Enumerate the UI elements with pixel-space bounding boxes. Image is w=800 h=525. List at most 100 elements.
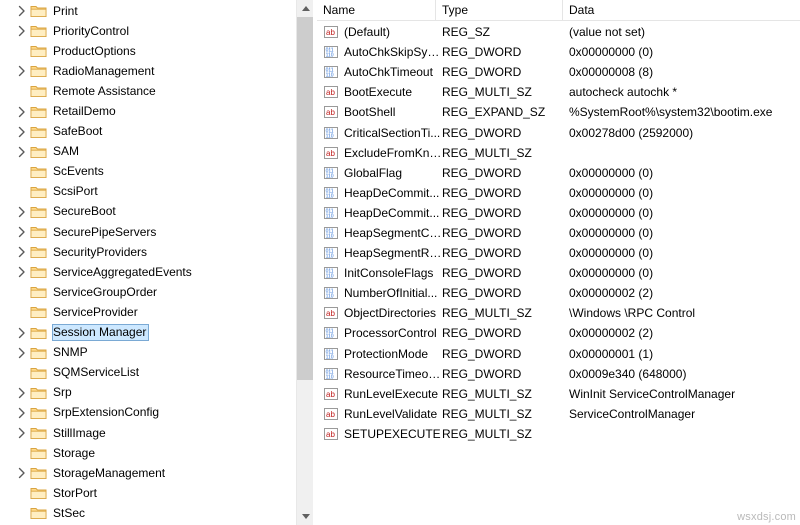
table-row[interactable]: 011 110 ResourceTimeou... REG_DWORD 0x0009e3…: [317, 364, 800, 384]
table-row[interactable]: ab RunLevelValidate REG_MULTI_SZ ServiceCon…: [317, 404, 800, 424]
tree-item-scsiport[interactable]: ScsiPort: [0, 182, 295, 202]
value-name-cell: GlobalFlag: [344, 165, 403, 180]
value-type-cell: REG_MULTI_SZ: [442, 426, 532, 441]
column-header-type[interactable]: Type: [436, 0, 563, 21]
tree-item-storage[interactable]: Storage: [0, 443, 295, 463]
binary-value-icon: 011 110: [323, 205, 339, 221]
table-row[interactable]: ab RunLevelExecute REG_MULTI_SZ WinInit Ser…: [317, 384, 800, 404]
table-row[interactable]: ab BootExecute REG_MULTI_SZ autocheck autoc…: [317, 82, 800, 102]
chevron-right-icon[interactable]: [14, 3, 30, 19]
tree-item-storport[interactable]: StorPort: [0, 483, 295, 503]
chevron-right-icon[interactable]: [14, 405, 30, 421]
scrollbar-thumb[interactable]: [297, 17, 313, 380]
table-row[interactable]: ab ExcludeFromKno... REG_MULTI_SZ: [317, 143, 800, 163]
table-row[interactable]: ab BootShell REG_EXPAND_SZ %SystemRoot%\sys…: [317, 102, 800, 122]
tree-item-serviceaggregatedevents[interactable]: ServiceAggregatedEvents: [0, 262, 295, 282]
tree-item-remote-assistance[interactable]: Remote Assistance: [0, 81, 295, 101]
chevron-right-icon[interactable]: [14, 204, 30, 220]
table-row[interactable]: 011 110 HeapSegmentCo... REG_DWORD 0x0000000…: [317, 223, 800, 243]
table-row[interactable]: 011 110 ProcessorControl REG_DWORD 0x0000000…: [317, 323, 800, 343]
folder-icon: [30, 145, 47, 159]
table-row[interactable]: ab ObjectDirectories REG_MULTI_SZ \Windows …: [317, 303, 800, 323]
column-header-name[interactable]: Name: [317, 0, 436, 21]
folder-icon: [30, 64, 47, 78]
tree-item-secureboot[interactable]: SecureBoot: [0, 202, 295, 222]
string-value-icon: ab: [323, 145, 339, 161]
value-type-cell: REG_MULTI_SZ: [442, 85, 532, 100]
values-list: ab (Default) REG_SZ (value not set) 011 110 Au…: [317, 22, 800, 444]
tree-item-label: ScsiPort: [53, 184, 98, 199]
tree-item-scevents[interactable]: ScEvents: [0, 162, 295, 182]
chevron-right-icon[interactable]: [14, 244, 30, 260]
tree-item-radiomanagement[interactable]: RadioManagement: [0, 61, 295, 81]
tree-item-srp[interactable]: Srp: [0, 383, 295, 403]
table-row[interactable]: 011 110 HeapDeCommit... REG_DWORD 0x00000000…: [317, 203, 800, 223]
chevron-right-icon[interactable]: [14, 264, 30, 280]
tree-item-label: SafeBoot: [53, 124, 103, 139]
values-column-header: Name Type Data: [317, 0, 800, 21]
value-name-cell: CriticalSectionTi...: [344, 125, 441, 140]
binary-value-icon: 011 110: [323, 285, 339, 301]
tree-item-servicegrouporder[interactable]: ServiceGroupOrder: [0, 282, 295, 302]
table-row[interactable]: 011 110 AutoChkSkipSyst... REG_DWORD 0x00000…: [317, 42, 800, 62]
table-row[interactable]: 011 110 InitConsoleFlags REG_DWORD 0x0000000…: [317, 263, 800, 283]
chevron-right-icon[interactable]: [14, 385, 30, 401]
svg-text:ab: ab: [326, 149, 335, 158]
tree-item-session-manager[interactable]: Session Manager: [0, 323, 295, 343]
tree-item-label: ServiceAggregatedEvents: [53, 264, 192, 279]
table-row[interactable]: 011 110 ProtectionMode REG_DWORD 0x00000001 …: [317, 344, 800, 364]
folder-icon: [30, 285, 47, 299]
tree-vertical-scrollbar[interactable]: [296, 0, 313, 525]
tree-item-securityproviders[interactable]: SecurityProviders: [0, 242, 295, 262]
table-row[interactable]: 011 110 GlobalFlag REG_DWORD 0x00000000 (0): [317, 163, 800, 183]
table-row[interactable]: ab SETUPEXECUTE REG_MULTI_SZ: [317, 424, 800, 444]
chevron-right-icon[interactable]: [14, 124, 30, 140]
tree-item-productoptions[interactable]: ProductOptions: [0, 41, 295, 61]
chevron-right-icon[interactable]: [14, 465, 30, 481]
tree-item-storagemanagement[interactable]: StorageManagement: [0, 463, 295, 483]
tree-item-print[interactable]: Print: [0, 1, 295, 21]
folder-icon: [30, 486, 47, 500]
tree-item-stillimage[interactable]: StillImage: [0, 423, 295, 443]
tree-item-label: StillImage: [53, 425, 106, 440]
tree-item-retaildemo[interactable]: RetailDemo: [0, 101, 295, 121]
folder-icon: [30, 366, 47, 380]
svg-text:ab: ab: [326, 309, 335, 318]
table-row[interactable]: 011 110 CriticalSectionTi... REG_DWORD 0x002…: [317, 122, 800, 142]
tree-item-serviceprovider[interactable]: ServiceProvider: [0, 302, 295, 322]
scroll-up-button[interactable]: [297, 0, 313, 17]
table-row[interactable]: ab (Default) REG_SZ (value not set): [317, 22, 800, 42]
column-header-data[interactable]: Data: [563, 0, 800, 21]
tree-item-label: ServiceProvider: [53, 304, 138, 319]
folder-icon: [30, 305, 47, 319]
scroll-down-button[interactable]: [297, 508, 313, 525]
table-row[interactable]: 011 110 HeapSegmentRe... REG_DWORD 0x0000000…: [317, 243, 800, 263]
chevron-right-icon[interactable]: [14, 104, 30, 120]
tree-item-snmp[interactable]: SNMP: [0, 343, 295, 363]
string-value-icon: ab: [323, 426, 339, 442]
chevron-right-icon[interactable]: [14, 63, 30, 79]
tree-item-prioritycontrol[interactable]: PriorityControl: [0, 21, 295, 41]
tree-item-srpextensionconfig[interactable]: SrpExtensionConfig: [0, 403, 295, 423]
table-row[interactable]: 011 110 AutoChkTimeout REG_DWORD 0x00000008 …: [317, 62, 800, 82]
chevron-right-icon[interactable]: [14, 23, 30, 39]
tree-item-securepipeservers[interactable]: SecurePipeServers: [0, 222, 295, 242]
tree-item-sqmservicelist[interactable]: SQMServiceList: [0, 363, 295, 383]
tree-item-label: SecurityProviders: [53, 244, 148, 259]
value-data-cell: 0x00000001 (1): [569, 346, 654, 361]
tree-item-safeboot[interactable]: SafeBoot: [0, 122, 295, 142]
tree-item-sam[interactable]: SAM: [0, 142, 295, 162]
folder-icon: [30, 346, 47, 360]
tree-item-stsec[interactable]: StSec: [0, 503, 295, 523]
chevron-right-icon[interactable]: [14, 325, 30, 341]
scrollbar-track[interactable]: [297, 380, 313, 508]
chevron-right-icon[interactable]: [14, 224, 30, 240]
chevron-right-icon[interactable]: [14, 425, 30, 441]
value-data-cell: 0x0009e340 (648000): [569, 366, 687, 381]
folder-icon: [30, 185, 47, 199]
table-row[interactable]: 011 110 NumberOfInitial... REG_DWORD 0x00000…: [317, 283, 800, 303]
table-row[interactable]: 011 110 HeapDeCommit... REG_DWORD 0x00000000…: [317, 183, 800, 203]
chevron-right-icon[interactable]: [14, 144, 30, 160]
chevron-right-icon[interactable]: [14, 345, 30, 361]
